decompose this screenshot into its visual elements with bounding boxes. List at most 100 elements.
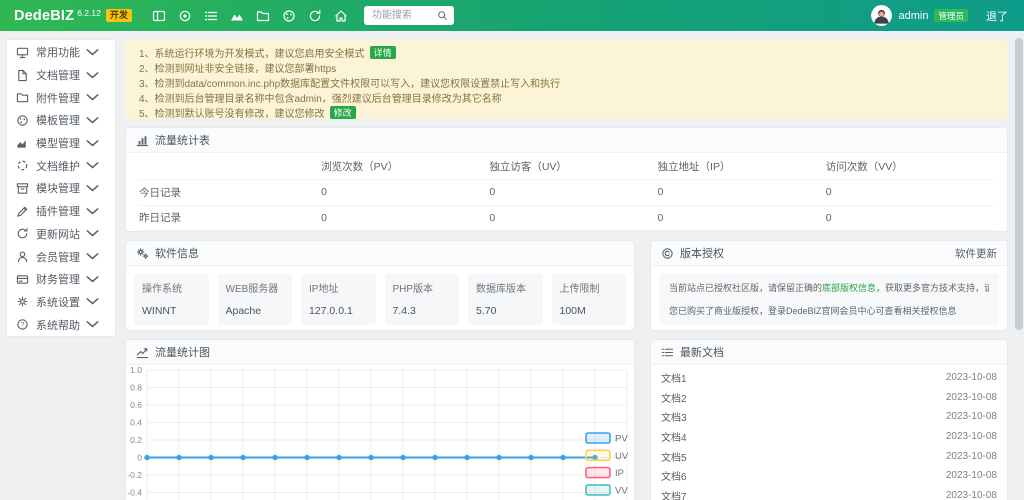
target-icon[interactable] xyxy=(178,9,192,23)
svg-text:0.6: 0.6 xyxy=(130,400,142,410)
monitor-icon xyxy=(16,46,29,59)
traffic-stats-card: 流量统计表 浏览次数（PV）独立访客（UV）独立地址（IP）访问次数（VV）今日… xyxy=(125,127,1008,232)
home-icon[interactable] xyxy=(334,9,348,23)
software-info-title: 软件信息 xyxy=(155,245,199,261)
software-info-box: WEB服务器Apache xyxy=(218,274,293,325)
sidebar-item-label: 会员管理 xyxy=(36,249,86,265)
software-info-value: 7.4.3 xyxy=(393,305,452,317)
sidebar-item-label: 系统帮助 xyxy=(36,317,86,333)
sidebar-item-label: 模型管理 xyxy=(36,135,86,151)
chevron-down-icon xyxy=(86,182,99,195)
logout-link[interactable]: 退了 xyxy=(986,8,1008,24)
value-cell: 0 xyxy=(826,180,994,206)
avatar[interactable] xyxy=(871,5,892,26)
alert-text: 3、检测到data/common.inc.php数据库配置文件权限可以写入，建议… xyxy=(139,75,560,90)
license-card: 版本授权 软件更新 当前站点已授权社区版，请保留正确的底部版权信息，获取更多官方… xyxy=(650,240,1008,331)
sidebar-item-9[interactable]: 更新网站 xyxy=(7,223,115,246)
value-cell: 0 xyxy=(826,231,994,232)
value-cell: 0 xyxy=(658,180,826,206)
software-info-label: 操作系统 xyxy=(142,280,201,295)
sidebar-item-6[interactable]: 文档维护 xyxy=(7,154,115,177)
doc-title: 文档7 xyxy=(661,488,687,500)
doc-list-item[interactable]: 文档2 2023-10-08 xyxy=(651,388,1007,408)
topbar-icon-menu xyxy=(152,9,348,23)
software-update-link[interactable]: 软件更新 xyxy=(955,246,997,261)
sidebar-item-label: 文档管理 xyxy=(36,67,86,83)
table-column-header: 独立地址（IP） xyxy=(658,153,826,180)
software-info-value: WINNT xyxy=(142,305,201,317)
svg-text:1.0: 1.0 xyxy=(130,366,142,375)
brand: DedeBIZ 6.2.12 开发 xyxy=(14,7,132,25)
scrollbar-thumb[interactable] xyxy=(1015,38,1023,330)
sidebar-item-12[interactable]: 系统设置 xyxy=(7,291,115,314)
sidebar-item-5[interactable]: 模型管理 xyxy=(7,132,115,155)
sidebar-item-11[interactable]: 财务管理 xyxy=(7,268,115,291)
alert-action-badge[interactable]: 详情 xyxy=(370,46,396,59)
software-info-label: 上传限制 xyxy=(560,280,619,295)
software-info-box: 操作系统 WINNT xyxy=(134,274,209,325)
table-corner-cell xyxy=(139,153,321,180)
sidebar-item-4[interactable]: 模板管理 xyxy=(7,109,115,132)
latest-docs-header: 最新文档 xyxy=(651,340,1007,365)
sidebar-menu: 常用功能文档管理附件管理模板管理模型管理文档维护模块管理插件管理更新网站会员管理… xyxy=(6,39,116,337)
sidebar-item-3[interactable]: 附件管理 xyxy=(7,86,115,109)
software-info-box: 数据库版本5.70 xyxy=(468,274,543,325)
svg-text:VV: VV xyxy=(615,485,628,496)
chevron-down-icon xyxy=(86,205,99,218)
help-icon: ? xyxy=(16,318,29,331)
topbar: DedeBIZ 6.2.12 开发 admin 管理员 退了 xyxy=(0,0,1024,31)
doc-date: 2023-10-08 xyxy=(946,372,997,383)
doc-list-item[interactable]: 文档5 2023-10-08 xyxy=(651,446,1007,466)
mountain-chart-icon[interactable] xyxy=(230,9,244,23)
svg-text:0.2: 0.2 xyxy=(130,435,142,445)
search-input[interactable] xyxy=(370,9,437,22)
chevron-down-icon xyxy=(86,295,99,308)
sidebar-item-1[interactable]: 常用功能 xyxy=(7,41,115,64)
search-icon xyxy=(437,10,448,21)
alert-text: 5、检测到默认账号没有修改，建议您修改 xyxy=(139,105,325,120)
palette-icon[interactable] xyxy=(282,9,296,23)
value-cell: 0 xyxy=(489,205,657,231)
doc-list-item[interactable]: 文档1 2023-10-08 xyxy=(651,368,1007,388)
software-info-card: 软件信息 操作系统WINNTWEB服务器ApacheIP地址127.0.0.1P… xyxy=(125,240,635,331)
doc-title: 文档1 xyxy=(661,370,687,385)
doc-list-item[interactable]: 文档62023-10-08 xyxy=(651,466,1007,486)
software-info-grid: 操作系统WINNTWEB服务器ApacheIP地址127.0.0.1PHP版本7… xyxy=(126,266,634,331)
refresh-icon[interactable] xyxy=(308,9,322,23)
chevron-down-icon xyxy=(86,273,99,286)
sidebar-item-2[interactable]: 文档管理 xyxy=(7,64,115,87)
alert-action-badge[interactable]: 修改 xyxy=(330,106,356,119)
svg-text:IP: IP xyxy=(615,468,624,479)
line-chart-icon xyxy=(136,346,149,359)
user-icon xyxy=(16,250,29,263)
doc-list-item[interactable]: 文档42023-10-08 xyxy=(651,427,1007,447)
traffic-chart-header: 流量统计图 xyxy=(126,340,634,365)
sidebar-item-8[interactable]: 插件管理 xyxy=(7,200,115,223)
doc-list-item[interactable]: 文档32023-10-08 xyxy=(651,407,1007,427)
software-info-box: 上传限制100M xyxy=(552,274,627,325)
doc-date: 2023-10-08 xyxy=(946,490,997,500)
svg-text:0: 0 xyxy=(137,453,142,463)
license-link[interactable]: 底部版权信息 xyxy=(822,283,876,293)
loader-icon xyxy=(16,159,29,172)
sidebar-item-label: 常用功能 xyxy=(36,44,86,60)
latest-docs-title: 最新文档 xyxy=(680,344,724,360)
list-icon[interactable] xyxy=(204,9,218,23)
sidebar-item-10[interactable]: 会员管理 xyxy=(7,245,115,268)
chevron-down-icon xyxy=(86,137,99,150)
doc-list-item[interactable]: 文档7 2023-10-08 xyxy=(651,486,1007,500)
sidebar-item-7[interactable]: 模块管理 xyxy=(7,177,115,200)
folder-icon[interactable] xyxy=(256,9,270,23)
sidebar-item-label: 系统设置 xyxy=(36,294,86,310)
license-line-2: 您已购买了商业版授权，登录DedeBIZ官网会员中心可查看相关授权信息 xyxy=(669,304,989,317)
svg-text:-0.2: -0.2 xyxy=(127,470,142,480)
doc-date: 2023-10-08 xyxy=(946,392,997,403)
panel-icon[interactable] xyxy=(152,9,166,23)
chevron-down-icon xyxy=(86,91,99,104)
doc-date: 2023-10-08 xyxy=(946,451,997,462)
value-cell: 0 xyxy=(658,231,826,232)
sidebar-item-13[interactable]: ? 系统帮助 xyxy=(7,313,115,336)
doc-title: 文档2 xyxy=(661,390,687,405)
doc-title: 文档5 xyxy=(661,449,687,464)
sidebar-item-label: 更新网站 xyxy=(36,226,86,242)
